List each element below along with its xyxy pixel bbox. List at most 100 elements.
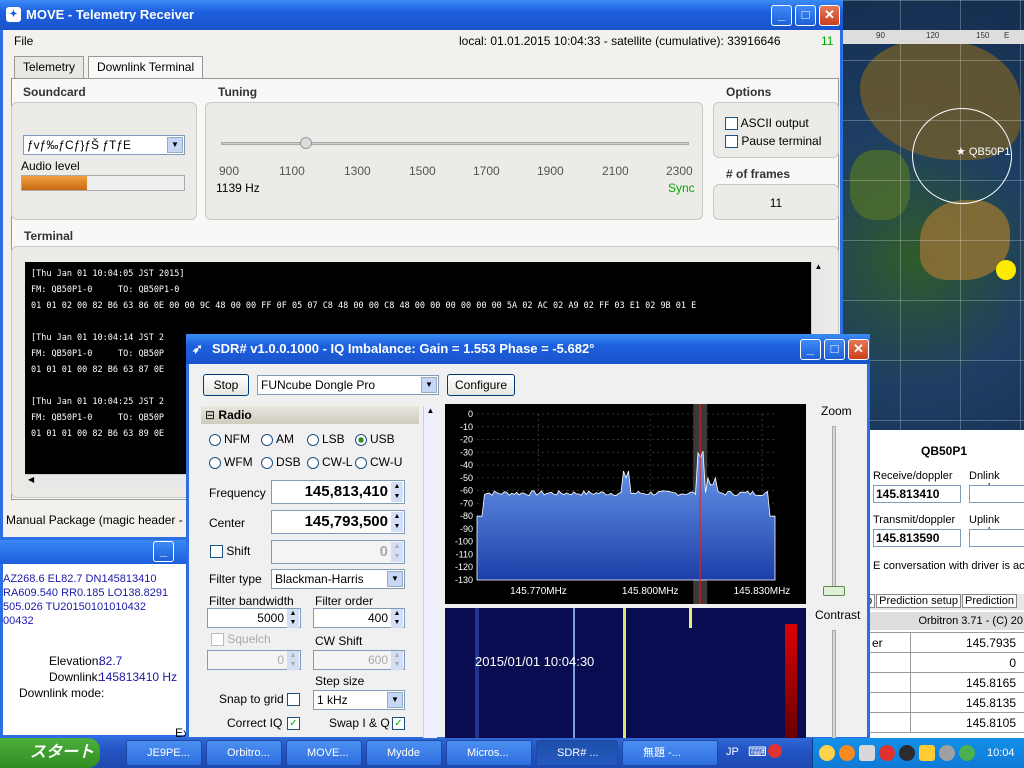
tray-icon[interactable] (879, 745, 895, 761)
spin-down-icon[interactable]: ▼ (287, 618, 299, 628)
filter-order-input[interactable]: 400 ▲ ▼ (313, 608, 405, 628)
y-tick-label: -20 (460, 435, 473, 445)
maximize-button[interactable]: □ (795, 5, 816, 26)
correct-iq-checkbox[interactable]: ✓ (287, 716, 300, 731)
tab-prediction-setup[interactable]: Prediction setup (876, 594, 962, 608)
checkbox-icon (287, 693, 300, 707)
squelch-input[interactable]: 0 ▲ ▼ (207, 650, 301, 670)
zoom-slider-thumb[interactable] (823, 586, 845, 596)
soundcard-select[interactable]: ƒvƒ‰ƒCƒ}ƒŠ ƒTƒE ▼ (23, 135, 185, 155)
pause-terminal-checkbox[interactable]: Pause terminal (725, 134, 821, 149)
checkmark-icon: ✓ (392, 717, 405, 731)
mode-nfm[interactable]: NFM (209, 432, 250, 446)
shift-checkbox[interactable]: Shift (210, 544, 251, 559)
taskbar-button-mydde[interactable]: Mydde (366, 740, 442, 766)
mode-usb[interactable]: USB (355, 432, 395, 446)
ime-icon[interactable] (768, 744, 782, 758)
spin-down-icon[interactable]: ▼ (391, 522, 403, 532)
sdr-titlebar[interactable]: ➶ SDR# v1.0.0.1000 - IQ Imbalance: Gain … (186, 334, 870, 364)
taskbar-button-sdr[interactable]: SDR# ... (536, 740, 618, 766)
shift-input[interactable]: 0 ▲ ▼ (271, 540, 405, 564)
y-tick-label: -50 (460, 473, 473, 483)
contrast-slider-track[interactable] (832, 630, 836, 740)
tray-icon[interactable] (839, 745, 855, 761)
frequency-input[interactable]: 145,813,410 ▲ ▼ (271, 480, 405, 504)
tuning-tick: 900 (219, 164, 240, 178)
swap-iq-checkbox[interactable]: ✓ (392, 716, 405, 731)
device-select[interactable]: FUNcube Dongle Pro ▼ (257, 375, 439, 395)
minimize-button[interactable]: _ (800, 339, 821, 360)
radio-panel-scrollbar[interactable]: ▲ (423, 406, 437, 740)
mode-lsb[interactable]: LSB (307, 432, 345, 446)
tray-icon[interactable] (859, 745, 875, 761)
taskbar-button-orbitron[interactable]: Orbitro... (206, 740, 282, 766)
move-titlebar[interactable]: ✦ MOVE - Telemetry Receiver (0, 0, 843, 30)
minimize-button[interactable]: _ (153, 541, 174, 562)
system-tray: 10:04 (812, 738, 1024, 768)
start-label: スタート (30, 744, 95, 761)
menu-file[interactable]: File (14, 34, 33, 48)
cw-shift-input[interactable]: 600 ▲ ▼ (313, 650, 405, 670)
ascii-output-checkbox[interactable]: ASCII output (725, 116, 809, 131)
tuning-slider-thumb[interactable] (300, 137, 312, 149)
audio-level-label: Audio level (21, 159, 80, 173)
spin-down-icon[interactable]: ▼ (391, 618, 403, 628)
sdr-app-icon: ➶ (192, 341, 203, 356)
language-indicator[interactable]: JP (726, 746, 739, 758)
table-cell: 145.8105 (910, 712, 1024, 733)
close-button[interactable]: ✕ (848, 339, 869, 360)
taskbar-button-je9pe[interactable]: JE9PE... (126, 740, 202, 766)
tab-downlink-terminal[interactable]: Downlink Terminal (88, 56, 204, 78)
close-button[interactable]: ✕ (819, 5, 840, 26)
spin-up-icon[interactable]: ▲ (391, 482, 403, 492)
minimize-button[interactable]: _ (771, 5, 792, 26)
mode-cwl[interactable]: CW-L (307, 455, 352, 469)
step-size-select[interactable]: 1 kHz ▼ (313, 690, 405, 710)
spin-down-icon[interactable]: ▼ (391, 492, 403, 502)
transmit-doppler-field[interactable]: 145.813590 (873, 529, 961, 547)
uplink-mode-field[interactable] (969, 529, 1024, 547)
taskbar-button-notepad[interactable]: 無題 -... (622, 740, 718, 766)
tray-icon[interactable] (919, 745, 935, 761)
start-button[interactable]: スタート (0, 738, 100, 768)
center-input[interactable]: 145,793,500 ▲ ▼ (271, 510, 405, 534)
waterfall-line (475, 608, 479, 740)
tray-icon[interactable] (959, 745, 975, 761)
spin-up-icon[interactable]: ▲ (391, 512, 403, 522)
snap-to-grid-checkbox[interactable] (287, 692, 300, 707)
frequency-value: 145,813,410 (304, 483, 388, 500)
mode-dsb[interactable]: DSB (261, 455, 301, 469)
spectrum-display[interactable]: 0 -10 -20 -30 -40 -50 -60 -70 -80 -90 -100 -110 -120… (445, 404, 806, 604)
filter-type-select[interactable]: Blackman-Harris ▼ (271, 569, 405, 589)
mode-wfm[interactable]: WFM (209, 455, 253, 469)
center-label: Center (209, 516, 246, 530)
shift-label: Shift (226, 544, 251, 558)
waterfall-line (573, 608, 575, 740)
keyboard-icon[interactable]: ⌨ (748, 744, 767, 760)
dnlink-mode-field[interactable] (969, 485, 1024, 503)
squelch-checkbox[interactable]: Squelch (211, 632, 271, 647)
tray-icon[interactable] (899, 745, 915, 761)
receive-doppler-field[interactable]: 145.813410 (873, 485, 961, 503)
table-cell: 0 (910, 652, 1024, 673)
maximize-button[interactable]: □ (824, 339, 845, 360)
zoom-slider-track[interactable] (832, 426, 836, 596)
filter-bandwidth-input[interactable]: 5000 ▲ ▼ (207, 608, 301, 628)
tab-telemetry[interactable]: Telemetry (14, 56, 85, 78)
taskbar-button-move[interactable]: MOVE... (286, 740, 362, 766)
tray-icon[interactable] (819, 745, 835, 761)
downlink-mode-label: Downlink mode: (19, 686, 105, 700)
radio-panel-header[interactable]: ⊟ Radio (201, 406, 419, 424)
tab-prediction[interactable]: Prediction (962, 594, 1017, 608)
waterfall-signal (689, 608, 692, 628)
y-tick-label: -10 (460, 422, 473, 432)
tuning-slider-track[interactable] (221, 142, 689, 145)
stop-button[interactable]: Stop (203, 374, 249, 396)
mode-cwu[interactable]: CW-U (355, 455, 402, 469)
tray-icon[interactable] (939, 745, 955, 761)
configure-button[interactable]: Configure (447, 374, 515, 396)
satellite-marker[interactable]: ★ QB50P1 (956, 145, 1011, 158)
waterfall-display[interactable]: 2015/01/01 10:04:30 (445, 608, 806, 740)
taskbar-button-microsoft[interactable]: Micros... (446, 740, 532, 766)
mode-am[interactable]: AM (261, 432, 294, 446)
